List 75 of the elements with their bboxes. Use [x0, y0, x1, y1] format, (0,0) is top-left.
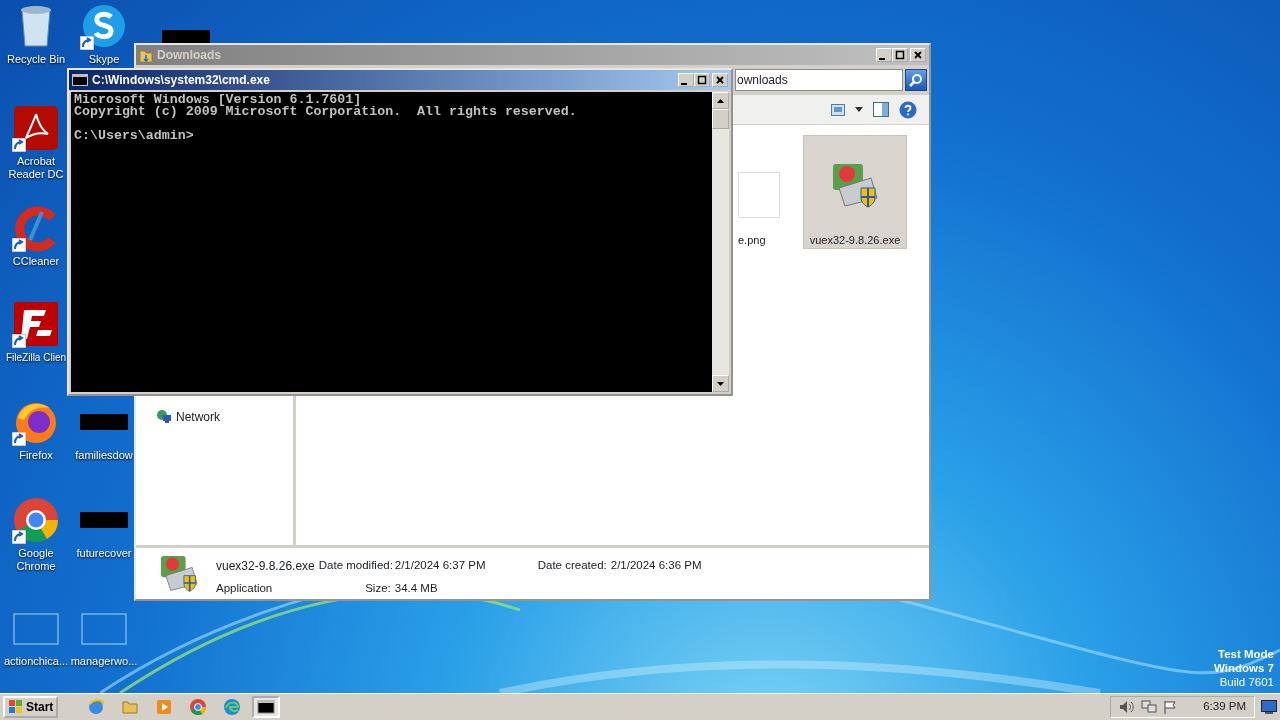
- nav-item[interactable]: Network: [156, 408, 220, 426]
- preview-pane-icon[interactable]: [873, 102, 889, 117]
- taskbar-app-button[interactable]: [252, 696, 281, 718]
- minimize-button[interactable]: [876, 48, 892, 62]
- maximize-icon: [895, 50, 905, 60]
- view-options-icon[interactable]: [831, 103, 845, 116]
- pdf-reader-icon[interactable]: [12, 104, 60, 152]
- dropdown-caret-icon[interactable]: [855, 107, 863, 112]
- search-icon: [909, 73, 923, 87]
- up-arrow-icon: [717, 98, 724, 103]
- close-icon: [715, 75, 725, 85]
- search-button[interactable]: [905, 69, 927, 91]
- desktop-icon-label[interactable]: Recycle Bin: [6, 53, 66, 66]
- maximize-button[interactable]: [694, 73, 710, 87]
- desktop-icon-label[interactable]: CCleaner: [12, 255, 60, 268]
- down-arrow-icon: [717, 381, 724, 386]
- window-title: Downloads: [157, 47, 221, 64]
- file-name: vuex32-9.8.26.exe: [216, 558, 315, 575]
- console-output-line: Microsoft Windows [Version 6.1.7601]: [74, 94, 362, 106]
- desktop-icon-label[interactable]: managerwo...: [70, 655, 138, 668]
- image-thumbnail: [738, 171, 780, 218]
- console-output-line: Copyright (c) 2009 Microsoft Corporation. All rights reserved.: [74, 106, 578, 118]
- network-icon[interactable]: [1141, 700, 1158, 714]
- desktop-icon-label[interactable]: FileZilla Clien: [6, 351, 66, 364]
- file-type: Application: [216, 581, 274, 596]
- file-tile[interactable]: e.png: [737, 135, 797, 249]
- desktop-icon-label[interactable]: Firefox: [19, 449, 53, 462]
- folder-download-icon: [139, 47, 153, 63]
- scroll-thumb[interactable]: [712, 109, 729, 129]
- desktop-icon-label[interactable]: Skype: [88, 53, 120, 66]
- scroll-up-button[interactable]: [712, 92, 729, 109]
- help-icon[interactable]: [899, 100, 917, 119]
- close-icon: [913, 50, 923, 60]
- show-desktop-icon[interactable]: [1261, 700, 1277, 714]
- browser-ball-icon[interactable]: [12, 496, 60, 544]
- close-button[interactable]: [712, 73, 728, 87]
- four-squares-logo-icon: [8, 699, 24, 715]
- speaker-icon[interactable]: [1119, 700, 1136, 714]
- maximize-button[interactable]: [892, 48, 908, 62]
- field-value: 2/1/2024 6:36 PM: [610, 558, 702, 573]
- start-button[interactable]: Start: [3, 696, 59, 718]
- desktop-icon-label[interactable]: futurecover: [76, 547, 132, 560]
- fz-app-icon[interactable]: [12, 300, 60, 348]
- console-icon: [72, 74, 88, 86]
- watermark-text: Test Mode: [1217, 647, 1274, 661]
- console-icon: [257, 698, 276, 716]
- browser-e-icon: [87, 698, 106, 716]
- folder-icon: [121, 698, 140, 716]
- field-value: 34.4 MB: [394, 581, 439, 596]
- browser-wave-icon: [223, 698, 242, 716]
- field-label: Date modified:: [318, 558, 391, 573]
- file-tile[interactable]: vuex32-9.8.26.exe: [803, 135, 907, 249]
- minimize-icon: [879, 58, 885, 60]
- minimize-icon: [681, 83, 687, 85]
- desktop-icon-label[interactable]: actionchica...: [3, 655, 69, 668]
- field-label: Size:: [364, 581, 391, 596]
- network-icon: [156, 409, 172, 425]
- console-prompt[interactable]: C:\Users\admin>: [74, 130, 709, 142]
- address-bar[interactable]: ownloads: [735, 69, 903, 91]
- scroll-down-button[interactable]: [712, 375, 729, 392]
- browser-ball-icon: [189, 698, 208, 716]
- field-label: Date created:: [536, 558, 607, 573]
- close-button[interactable]: [910, 48, 926, 62]
- desktop-icon-label[interactable]: Google Chrome: [6, 547, 66, 573]
- window-title: C:\Windows\system32\cmd.exe: [92, 72, 270, 89]
- field-value: 2/1/2024 6:37 PM: [394, 558, 487, 573]
- minimize-button[interactable]: [678, 73, 694, 87]
- maximize-icon: [697, 75, 707, 85]
- watermark-text: Build 7601: [1218, 675, 1274, 689]
- desktop-icon-label[interactable]: Acrobat Reader DC: [6, 155, 66, 181]
- play-icon: [155, 698, 174, 716]
- watermark-text: Windows 7: [1214, 661, 1274, 675]
- flag-icon[interactable]: [1163, 700, 1178, 714]
- chat-s-icon[interactable]: [80, 2, 128, 50]
- desktop-icon-label[interactable]: familiesdow: [75, 449, 133, 462]
